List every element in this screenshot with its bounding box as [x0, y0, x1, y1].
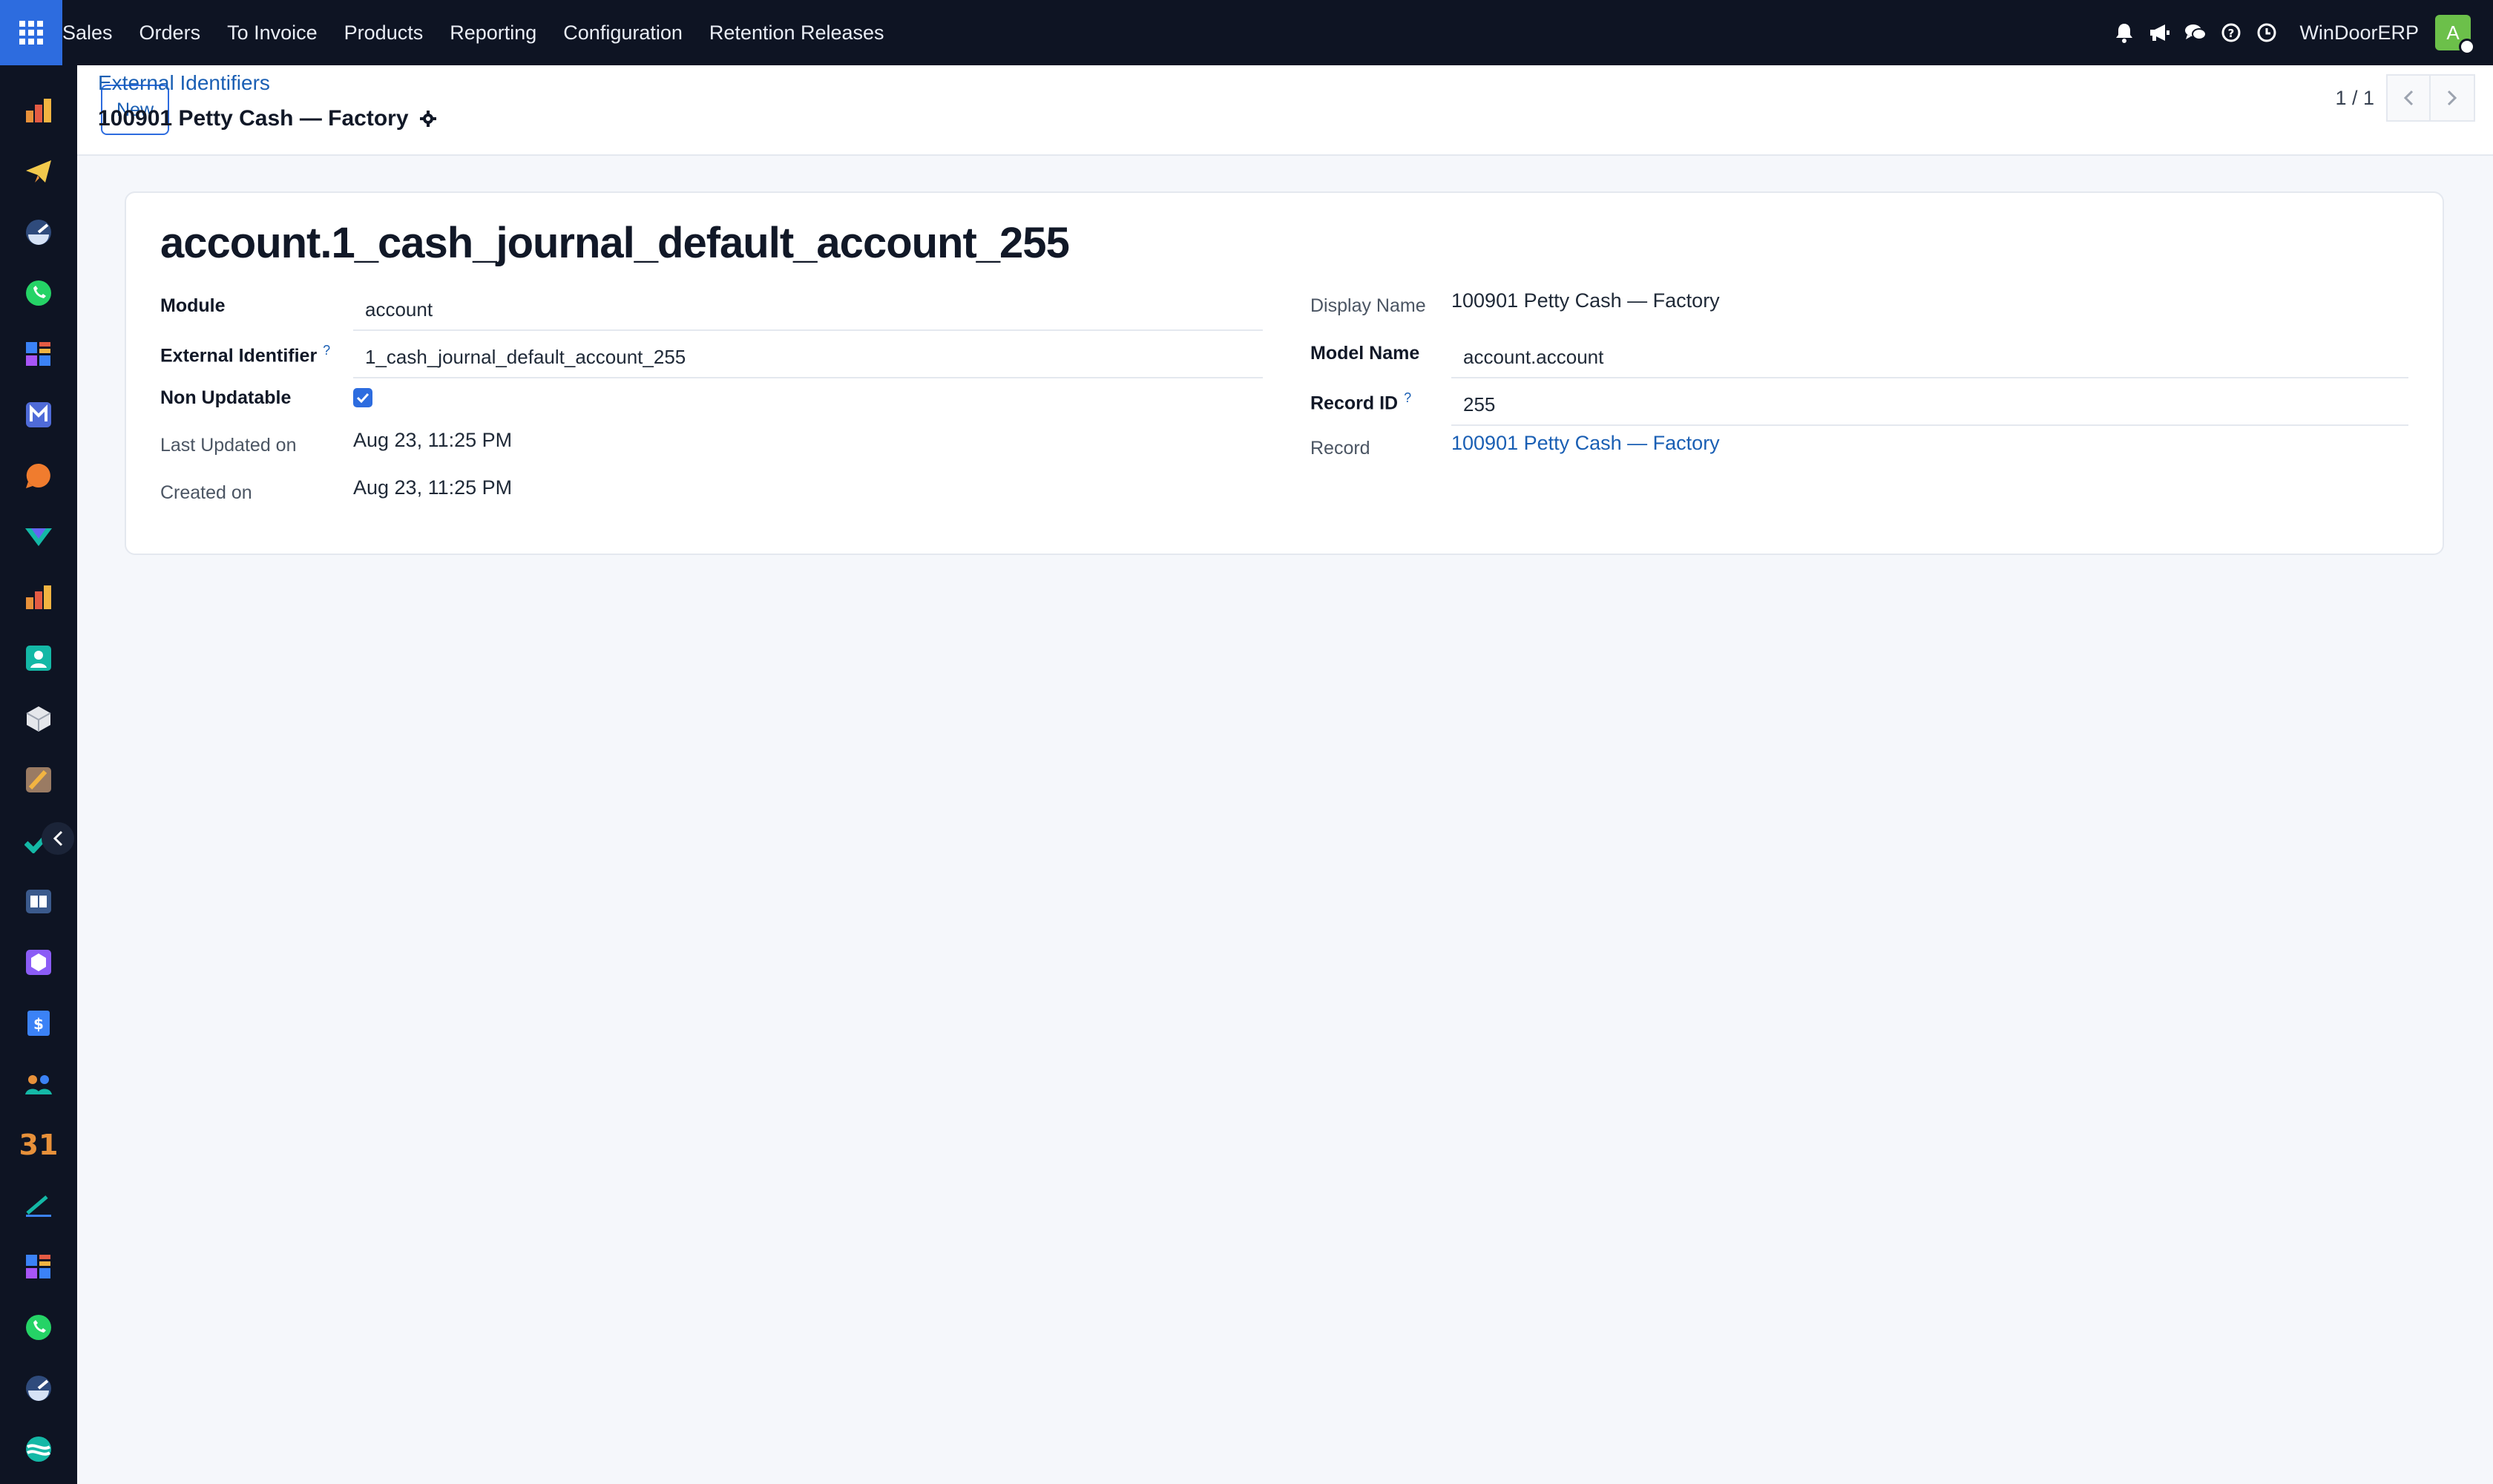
livechat-app-icon[interactable]: [0, 445, 77, 506]
breadcrumb-current-record: 100901 Petty Cash — Factory: [98, 106, 437, 131]
checkmark-icon: [356, 393, 369, 403]
whatsapp-app-icon[interactable]: [0, 263, 77, 324]
record-label: Record: [1310, 438, 1370, 459]
sign-app-icon[interactable]: [0, 1175, 77, 1236]
presence-status-dot: [2459, 39, 2475, 55]
chevron-right-icon: [2447, 90, 2457, 106]
sidebar-collapse-button[interactable]: [42, 822, 74, 855]
record-id-label-text: Record ID: [1310, 393, 1399, 414]
reporting-app-icon[interactable]: [0, 567, 77, 628]
svg-text:$: $: [33, 1015, 44, 1033]
last-updated-label: Last Updated on: [160, 435, 297, 456]
module-field[interactable]: account: [353, 289, 1263, 331]
project-app-icon[interactable]: [0, 506, 77, 567]
grid-icon: [19, 21, 43, 45]
created-on-value: Aug 23, 11:25 PM: [353, 476, 513, 499]
created-on-label: Created on: [160, 482, 252, 503]
gear-icon[interactable]: [419, 110, 437, 128]
menu-products[interactable]: Products: [331, 0, 437, 65]
menu-retention-releases[interactable]: Retention Releases: [696, 0, 898, 65]
pager: 1 / 1: [2335, 74, 2475, 122]
repair-app-icon[interactable]: [0, 932, 77, 993]
menu-to-invoice[interactable]: To Invoice: [214, 0, 331, 65]
contacts-app-icon[interactable]: [0, 628, 77, 689]
menu-orders[interactable]: Orders: [126, 0, 214, 65]
team-app-icon[interactable]: [0, 1054, 77, 1114]
last-updated-value: Aug 23, 11:25 PM: [353, 429, 513, 451]
menu-configuration[interactable]: Configuration: [550, 0, 696, 65]
knowledge-app-icon[interactable]: [0, 871, 77, 932]
calendar-day-label: 31: [19, 1129, 59, 1161]
pager-next-button[interactable]: [2431, 74, 2475, 122]
control-panel: New: [77, 65, 2493, 156]
record-id-field[interactable]: 255: [1451, 384, 2408, 426]
non-updatable-checkbox[interactable]: [353, 388, 372, 407]
app-sidebar: $ 31: [0, 65, 77, 1484]
external-identifier-help-icon[interactable]: ?: [323, 343, 330, 358]
display-name-value: 100901 Petty Cash — Factory: [1451, 289, 1720, 312]
clock-icon[interactable]: [2249, 0, 2285, 65]
model-name-field[interactable]: account.account: [1451, 337, 2408, 378]
external-identifier-field[interactable]: 1_cash_journal_default_account_255: [353, 337, 1263, 378]
dashboard-app-icon[interactable]: [0, 202, 77, 263]
record-id-label: Record ID?: [1310, 390, 1411, 414]
top-navbar: Sales Orders To Invoice Products Reporti…: [0, 0, 2493, 65]
external-identifier-label-text: External Identifier: [160, 345, 318, 367]
chevron-left-icon: [2403, 90, 2414, 106]
external-identifier-label: External Identifier?: [160, 343, 330, 367]
record-link[interactable]: 100901 Petty Cash — Factory: [1451, 432, 1720, 455]
svg-text:?: ?: [2228, 27, 2235, 40]
inventory-app-icon[interactable]: [0, 689, 77, 749]
company-name[interactable]: WinDoorERP: [2299, 22, 2419, 45]
record-title: 100901 Petty Cash — Factory: [98, 106, 409, 131]
chat-icon[interactable]: [2178, 0, 2213, 65]
model-name-label: Model Name: [1310, 343, 1420, 364]
studio-app-icon-2[interactable]: [0, 1236, 77, 1297]
dashboard-app-icon-2[interactable]: [0, 1358, 77, 1419]
help-icon[interactable]: ?: [2213, 0, 2249, 65]
systray: ? WinDoorERP A: [2106, 0, 2493, 65]
breadcrumb-external-identifiers[interactable]: External Identifiers: [98, 71, 270, 95]
avatar[interactable]: A: [2435, 15, 2475, 55]
record-id-help-icon[interactable]: ?: [1404, 390, 1411, 405]
marketing-app-icon[interactable]: [0, 749, 77, 810]
pager-previous-button[interactable]: [2386, 74, 2431, 122]
megaphone-icon[interactable]: [2142, 0, 2178, 65]
display-name-label: Display Name: [1310, 295, 1426, 316]
billing-app-icon[interactable]: $: [0, 993, 77, 1054]
menu-reporting[interactable]: Reporting: [436, 0, 550, 65]
app-switcher-button[interactable]: [0, 0, 62, 65]
menu-sales[interactable]: Sales: [62, 0, 126, 65]
pager-value[interactable]: 1 / 1: [2335, 87, 2374, 110]
module-label: Module: [160, 295, 226, 316]
record-name-title: account.1_cash_journal_default_account_2…: [160, 219, 1070, 267]
bell-icon[interactable]: [2106, 0, 2142, 65]
sales-app-icon[interactable]: [0, 80, 77, 141]
non-updatable-label: Non Updatable: [160, 387, 292, 408]
send-app-icon[interactable]: [0, 141, 77, 202]
chevron-left-icon: [53, 830, 63, 847]
discuss-app-icon[interactable]: [0, 1419, 77, 1480]
main-menu: Sales Orders To Invoice Products Reporti…: [62, 0, 898, 65]
mail-app-icon[interactable]: [0, 384, 77, 445]
studio-app-icon[interactable]: [0, 324, 77, 384]
form-sheet: account.1_cash_journal_default_account_2…: [125, 191, 2444, 555]
avatar-initial: A: [2446, 21, 2460, 44]
whatsapp-app-icon-2[interactable]: [0, 1297, 77, 1358]
calendar-app-icon[interactable]: 31: [0, 1114, 77, 1175]
